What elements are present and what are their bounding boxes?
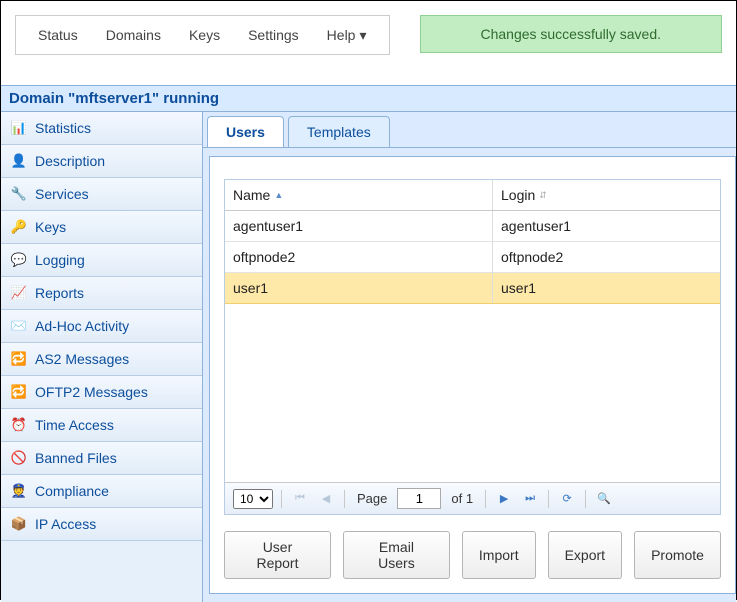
tabs: Users Templates [203, 112, 736, 148]
table-row[interactable]: user1user1 [225, 273, 720, 304]
sidebar-item-compliance[interactable]: 👮 Compliance [1, 475, 202, 508]
sidebar-item-label: Services [35, 186, 89, 202]
tab-templates[interactable]: Templates [288, 116, 390, 147]
sidebar-item-label: OFTP2 Messages [35, 384, 148, 400]
sidebar-item-banned-files[interactable]: 🚫 Banned Files [1, 442, 202, 475]
nav-help[interactable]: Help▾ [313, 21, 381, 50]
sidebar-item-label: Description [35, 153, 105, 169]
cell-login: oftpnode2 [493, 242, 720, 272]
sidebar-item-ip-access-icon: 📦 [11, 516, 27, 532]
sidebar-item-keys-icon: 🔑 [11, 219, 27, 235]
nav-status[interactable]: Status [24, 21, 92, 49]
prev-page-button[interactable]: ◀ [316, 489, 336, 509]
cell-login: agentuser1 [493, 211, 720, 241]
sidebar-item-services-icon: 🔧 [11, 186, 27, 202]
col-header-name[interactable]: Name▲ [225, 180, 493, 210]
nav-domains[interactable]: Domains [92, 21, 175, 49]
sidebar-item-ip-access[interactable]: 📦 IP Access [1, 508, 202, 541]
sidebar-item-statistics-icon: 📊 [11, 120, 27, 136]
page-number-input[interactable] [397, 488, 441, 509]
page-size-select[interactable]: 10 [233, 489, 273, 509]
table-row[interactable]: agentuser1agentuser1 [225, 211, 720, 242]
refresh-button[interactable]: ⟳ [557, 489, 577, 509]
next-page-button[interactable]: ▶ [494, 489, 514, 509]
nav-settings[interactable]: Settings [234, 21, 313, 49]
sidebar-item-as2[interactable]: 🔁 AS2 Messages [1, 343, 202, 376]
sidebar-item-label: Statistics [35, 120, 91, 136]
sidebar-item-as2-icon: 🔁 [11, 351, 27, 367]
nav-keys[interactable]: Keys [175, 21, 234, 49]
sidebar-item-description[interactable]: 👤 Description [1, 145, 202, 178]
cell-login: user1 [493, 273, 720, 303]
last-page-button[interactable]: ⏭ [520, 489, 540, 509]
promote-button[interactable]: Promote [634, 531, 721, 579]
sidebar-item-description-icon: 👤 [11, 153, 27, 169]
sidebar-item-logging-icon: 💬 [11, 252, 27, 268]
first-page-button[interactable]: ⏮ [290, 489, 310, 509]
sidebar: 📊 Statistics 👤 Description 🔧 Services 🔑 Keys 💬 Lo… [1, 112, 203, 602]
top-nav: Status Domains Keys Settings Help▾ [15, 15, 390, 55]
tab-users[interactable]: Users [207, 116, 284, 147]
sidebar-item-time-access[interactable]: ⏰ Time Access [1, 409, 202, 442]
page-label: Page [357, 491, 387, 506]
sort-asc-icon: ▲ [274, 190, 283, 200]
export-button[interactable]: Export [548, 531, 622, 579]
sidebar-item-statistics[interactable]: 📊 Statistics [1, 112, 202, 145]
import-button[interactable]: Import [462, 531, 536, 579]
pager: 10 ⏮ ◀ Page of 1 ▶ ⏭ ⟳ 🔍 [225, 482, 720, 514]
sidebar-item-label: Ad-Hoc Activity [35, 318, 129, 334]
domain-header: Domain "mftserver1" running [1, 85, 736, 112]
sort-icon: ⇵ [539, 190, 547, 201]
sidebar-item-services[interactable]: 🔧 Services [1, 178, 202, 211]
sidebar-item-label: Reports [35, 285, 84, 301]
sidebar-item-time-access-icon: ⏰ [11, 417, 27, 433]
sidebar-item-label: AS2 Messages [35, 351, 129, 367]
users-grid: Name▲ Login⇵ agentuser1agentuser1oftpnod… [224, 179, 721, 515]
email-users-button[interactable]: Email Users [343, 531, 450, 579]
sidebar-item-oftp2[interactable]: 🔁 OFTP2 Messages [1, 376, 202, 409]
sidebar-item-label: Keys [35, 219, 66, 235]
user-report-button[interactable]: User Report [224, 531, 331, 579]
sidebar-item-reports-icon: 📈 [11, 285, 27, 301]
of-label: of 1 [451, 491, 473, 506]
cell-name: oftpnode2 [225, 242, 493, 272]
caret-down-icon: ▾ [359, 27, 366, 43]
sidebar-item-compliance-icon: 👮 [11, 483, 27, 499]
sidebar-item-adhoc[interactable]: ✉️ Ad-Hoc Activity [1, 310, 202, 343]
sidebar-item-keys[interactable]: 🔑 Keys [1, 211, 202, 244]
sidebar-item-banned-files-icon: 🚫 [11, 450, 27, 466]
sidebar-item-label: IP Access [35, 516, 96, 532]
sidebar-item-label: Time Access [35, 417, 114, 433]
success-alert: Changes successfully saved. [420, 15, 723, 53]
table-row[interactable]: oftpnode2oftpnode2 [225, 242, 720, 273]
sidebar-item-adhoc-icon: ✉️ [11, 318, 27, 334]
sidebar-item-oftp2-icon: 🔁 [11, 384, 27, 400]
sidebar-item-label: Logging [35, 252, 85, 268]
cell-name: agentuser1 [225, 211, 493, 241]
sidebar-item-reports[interactable]: 📈 Reports [1, 277, 202, 310]
col-header-login[interactable]: Login⇵ [493, 180, 720, 210]
cell-name: user1 [225, 273, 493, 303]
sidebar-item-label: Compliance [35, 483, 109, 499]
search-icon[interactable]: 🔍 [594, 489, 614, 509]
sidebar-item-logging[interactable]: 💬 Logging [1, 244, 202, 277]
sidebar-item-label: Banned Files [35, 450, 117, 466]
